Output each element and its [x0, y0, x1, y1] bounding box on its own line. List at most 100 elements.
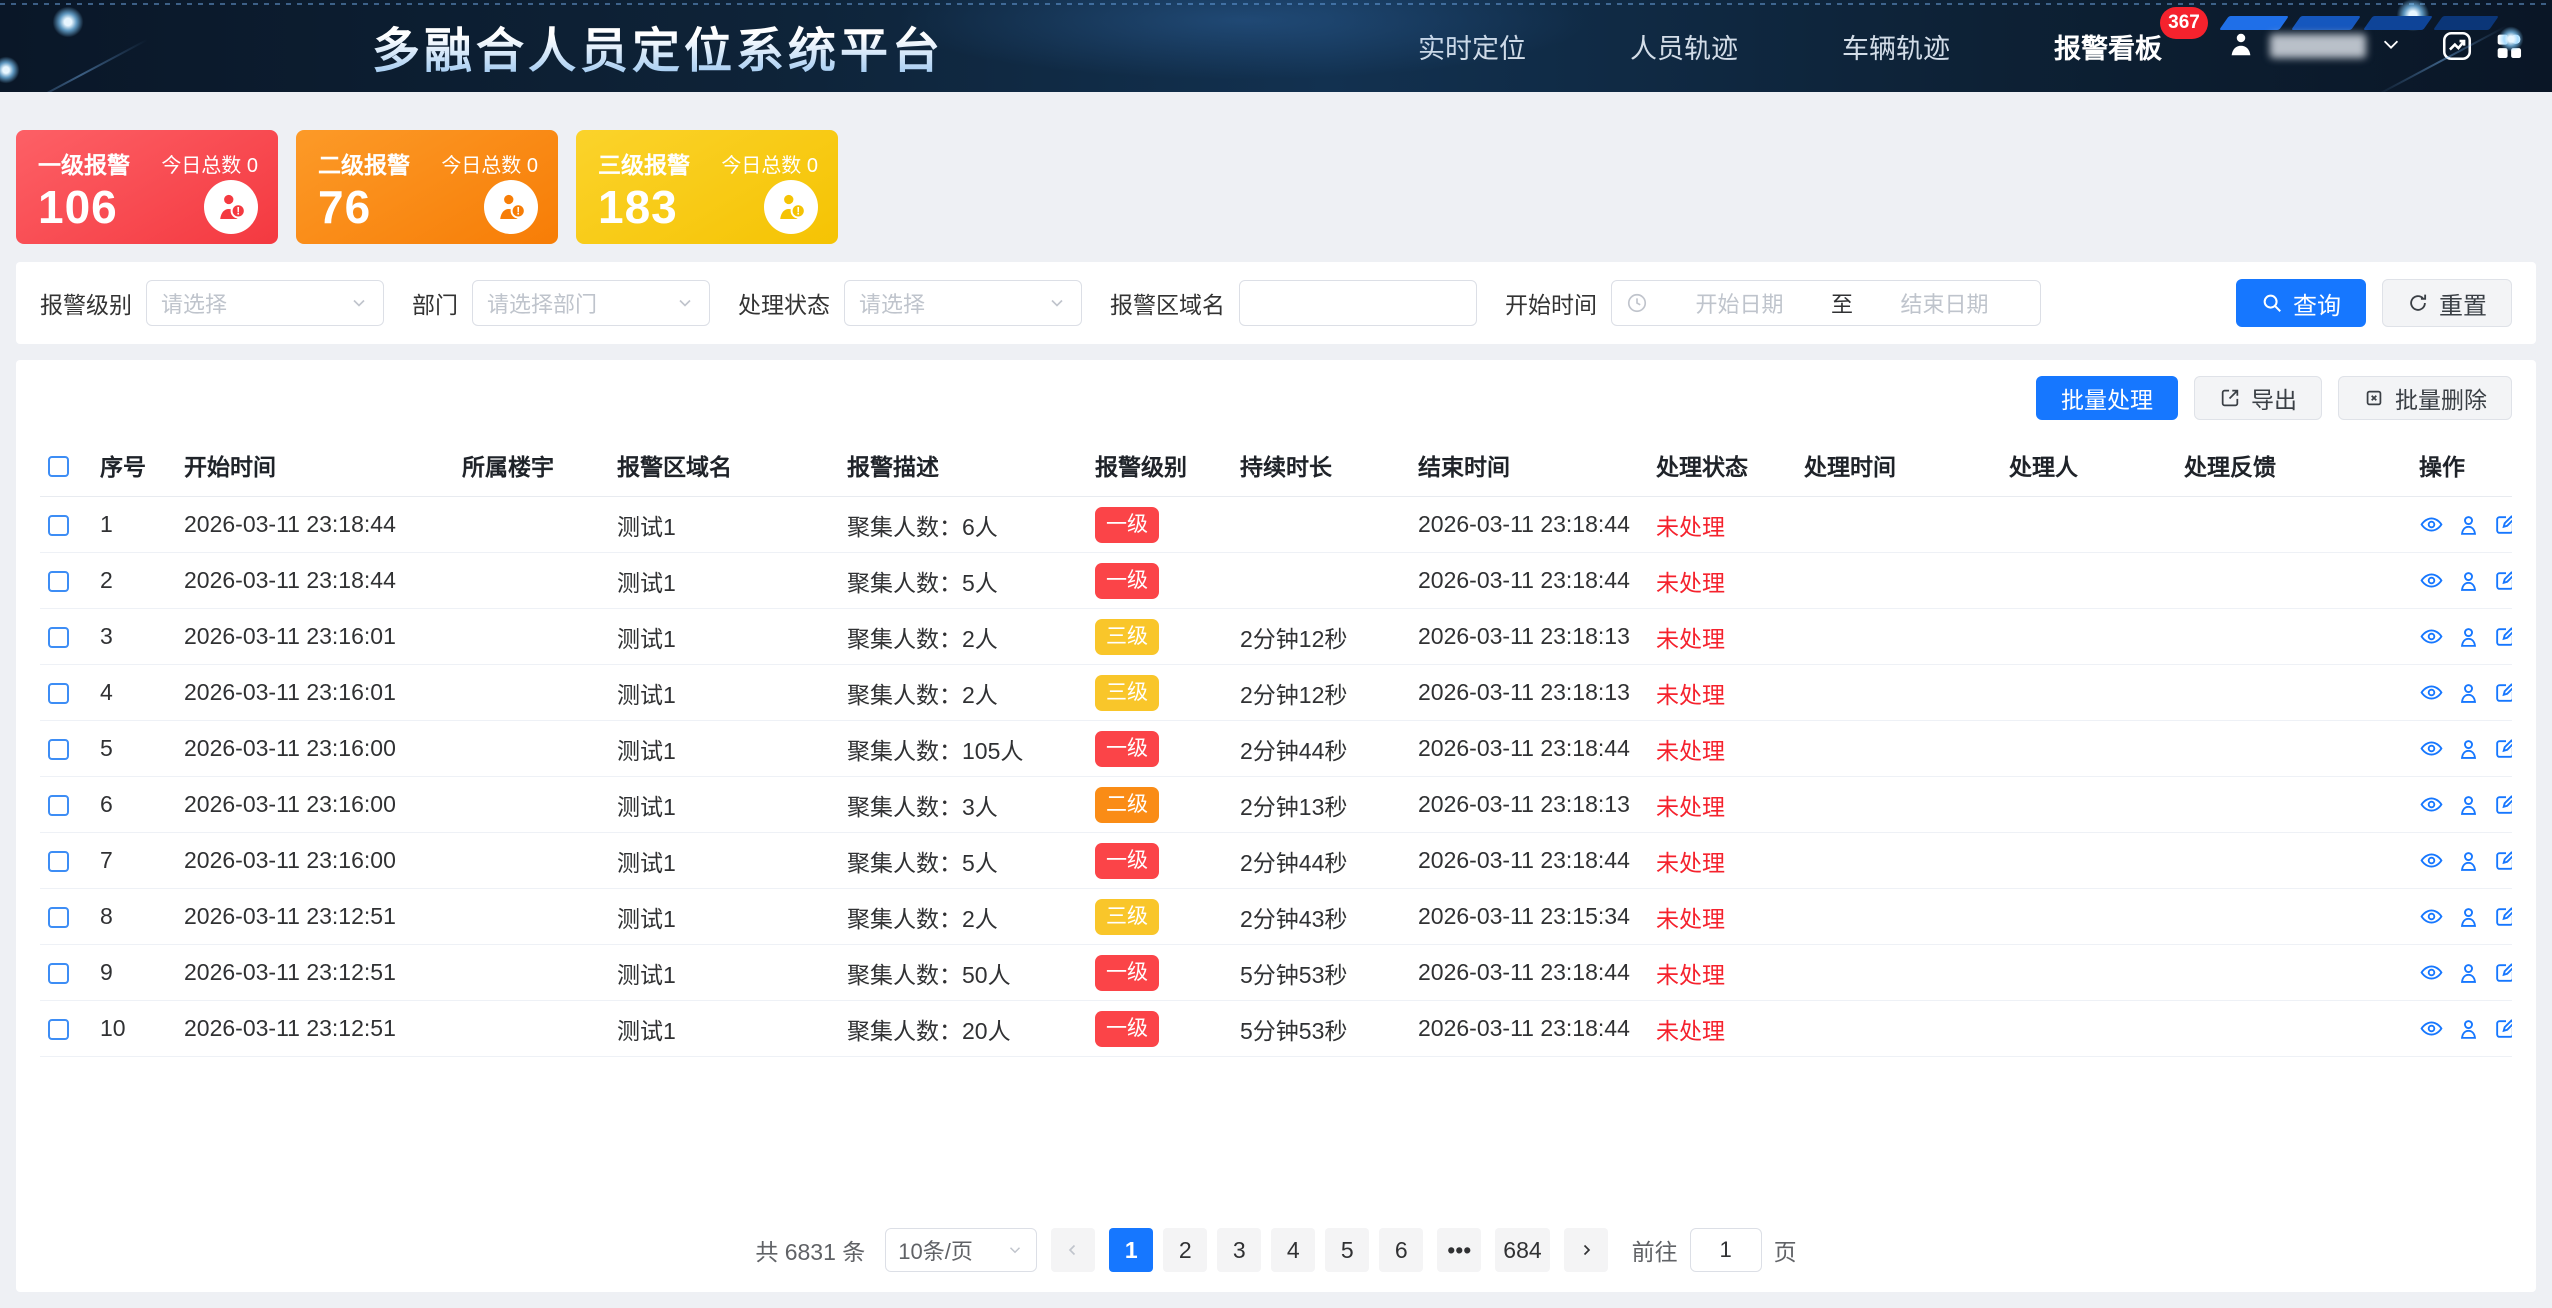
- batch-process-button[interactable]: 批量处理: [2036, 376, 2178, 420]
- filter-area-input[interactable]: [1239, 280, 1477, 326]
- locate-person-icon[interactable]: [2456, 736, 2481, 761]
- view-eye-icon[interactable]: [2419, 512, 2444, 537]
- locate-person-icon[interactable]: [2456, 680, 2481, 705]
- locate-person-icon[interactable]: [2456, 848, 2481, 873]
- cell-duration: 2分钟12秒: [1232, 609, 1410, 665]
- reset-button[interactable]: 重置: [2382, 279, 2512, 327]
- page-button-6[interactable]: 6: [1379, 1228, 1423, 1272]
- table-row: 2 2026-03-11 23:18:44 测试1 聚集人数：5人 一级 202…: [40, 553, 2512, 609]
- filter-status-select[interactable]: 请选择: [844, 280, 1082, 326]
- prev-page-button[interactable]: [1051, 1228, 1095, 1272]
- cell-status: 未处理: [1656, 626, 1725, 652]
- last-page-button[interactable]: 684: [1495, 1228, 1549, 1272]
- cell-handle-time: [1796, 609, 2001, 665]
- chevron-down-icon: [349, 293, 369, 313]
- edit-icon[interactable]: [2493, 792, 2512, 817]
- page-button-3[interactable]: 3: [1217, 1228, 1261, 1272]
- view-eye-icon[interactable]: [2419, 624, 2444, 649]
- edit-icon[interactable]: [2493, 568, 2512, 593]
- view-eye-icon[interactable]: [2419, 568, 2444, 593]
- next-page-button[interactable]: [1564, 1228, 1608, 1272]
- edit-icon[interactable]: [2493, 512, 2512, 537]
- cell-area-name: 测试1: [609, 665, 839, 721]
- filter-date-range[interactable]: 开始日期 至 结束日期: [1611, 280, 2041, 326]
- view-eye-icon[interactable]: [2419, 1016, 2444, 1041]
- view-eye-icon[interactable]: [2419, 792, 2444, 817]
- stat-card-level3[interactable]: 三级报警 今日总数 0 183 !: [576, 130, 838, 244]
- cell-feedback: [2176, 889, 2411, 945]
- table-row: 1 2026-03-11 23:18:44 测试1 聚集人数：6人 一级 202…: [40, 497, 2512, 553]
- locate-person-icon[interactable]: [2456, 568, 2481, 593]
- row-checkbox[interactable]: [48, 627, 69, 648]
- row-checkbox[interactable]: [48, 1019, 69, 1040]
- stat-card-level2[interactable]: 二级报警 今日总数 0 76 !: [296, 130, 558, 244]
- row-checkbox[interactable]: [48, 515, 69, 536]
- page-button-4[interactable]: 4: [1271, 1228, 1315, 1272]
- alarm-level-badge: 二级: [1095, 787, 1159, 823]
- alarm-level-badge: 一级: [1095, 563, 1159, 599]
- view-eye-icon[interactable]: [2419, 680, 2444, 705]
- locate-person-icon[interactable]: [2456, 1016, 2481, 1041]
- export-button[interactable]: 导出: [2194, 376, 2322, 420]
- deco-line: [14, 39, 147, 92]
- cell-end-time: 2026-03-11 23:15:34: [1410, 889, 1648, 945]
- locate-person-icon[interactable]: [2456, 904, 2481, 929]
- filter-dept-select[interactable]: 请选择部门: [472, 280, 710, 326]
- select-all-checkbox[interactable]: [48, 456, 69, 477]
- pagination-ellipsis[interactable]: •••: [1437, 1228, 1481, 1272]
- stat-card-level1[interactable]: 一级报警 今日总数 0 106 !: [16, 130, 278, 244]
- row-checkbox[interactable]: [48, 571, 69, 592]
- row-checkbox[interactable]: [48, 963, 69, 984]
- alarm-count-badge: 367: [2160, 7, 2208, 39]
- alarm-table-panel: 批量处理 导出 批量删除 序号开始时间所属楼宇报警区域名报警描述报警级别持续时长…: [16, 360, 2536, 1292]
- select-placeholder: 请选择: [859, 287, 1047, 319]
- chevron-down-icon[interactable]: [2380, 33, 2402, 60]
- user-area: [2226, 27, 2528, 65]
- view-eye-icon[interactable]: [2419, 960, 2444, 985]
- alarm-table: 序号开始时间所属楼宇报警区域名报警描述报警级别持续时长结束时间处理状态处理时间处…: [40, 434, 2512, 1057]
- filter-level-select[interactable]: 请选择: [146, 280, 384, 326]
- cell-handle-time: [1796, 889, 2001, 945]
- page-size-select[interactable]: 10条/页: [885, 1228, 1037, 1272]
- row-checkbox[interactable]: [48, 907, 69, 928]
- table-row: 5 2026-03-11 23:16:00 测试1 聚集人数：105人 一级 2…: [40, 721, 2512, 777]
- search-button[interactable]: 查询: [2236, 279, 2366, 327]
- view-eye-icon[interactable]: [2419, 736, 2444, 761]
- locate-person-icon[interactable]: [2456, 792, 2481, 817]
- page-button-5[interactable]: 5: [1325, 1228, 1369, 1272]
- edit-icon[interactable]: [2493, 736, 2512, 761]
- edit-icon[interactable]: [2493, 1016, 2512, 1041]
- locate-person-icon[interactable]: [2456, 512, 2481, 537]
- nav-item-alarm-board[interactable]: 报警看板 367: [2054, 27, 2162, 66]
- batch-delete-button[interactable]: 批量删除: [2338, 376, 2512, 420]
- cell-start-time: 2026-03-11 23:18:44: [176, 497, 454, 553]
- page-button-2[interactable]: 2: [1163, 1228, 1207, 1272]
- row-checkbox[interactable]: [48, 683, 69, 704]
- view-eye-icon[interactable]: [2419, 848, 2444, 873]
- edit-icon[interactable]: [2493, 680, 2512, 705]
- nav-item-person-track[interactable]: 人员轨迹: [1630, 27, 1738, 66]
- nav-item-vehicle-track[interactable]: 车辆轨迹: [1842, 27, 1950, 66]
- user-icon: [2226, 29, 2256, 64]
- alarm-person-icon: !: [764, 180, 818, 234]
- page-button-1[interactable]: 1: [1109, 1228, 1153, 1272]
- edit-icon[interactable]: [2493, 848, 2512, 873]
- clock-icon: [1626, 292, 1648, 314]
- cell-handle-time: [1796, 497, 2001, 553]
- table-row: 7 2026-03-11 23:16:00 测试1 聚集人数：5人 一级 2分钟…: [40, 833, 2512, 889]
- nav-item-realtime[interactable]: 实时定位: [1418, 27, 1526, 66]
- locate-person-icon[interactable]: [2456, 624, 2481, 649]
- chevron-down-icon: [1047, 293, 1067, 313]
- edit-icon[interactable]: [2493, 960, 2512, 985]
- view-eye-icon[interactable]: [2419, 904, 2444, 929]
- goto-page-input[interactable]: [1690, 1228, 1762, 1272]
- cell-status: 未处理: [1656, 962, 1725, 988]
- row-checkbox[interactable]: [48, 739, 69, 760]
- edit-icon[interactable]: [2493, 624, 2512, 649]
- row-checkbox[interactable]: [48, 851, 69, 872]
- column-header: 报警描述: [839, 434, 1087, 497]
- cell-handle-time: [1796, 665, 2001, 721]
- edit-icon[interactable]: [2493, 904, 2512, 929]
- row-checkbox[interactable]: [48, 795, 69, 816]
- locate-person-icon[interactable]: [2456, 960, 2481, 985]
